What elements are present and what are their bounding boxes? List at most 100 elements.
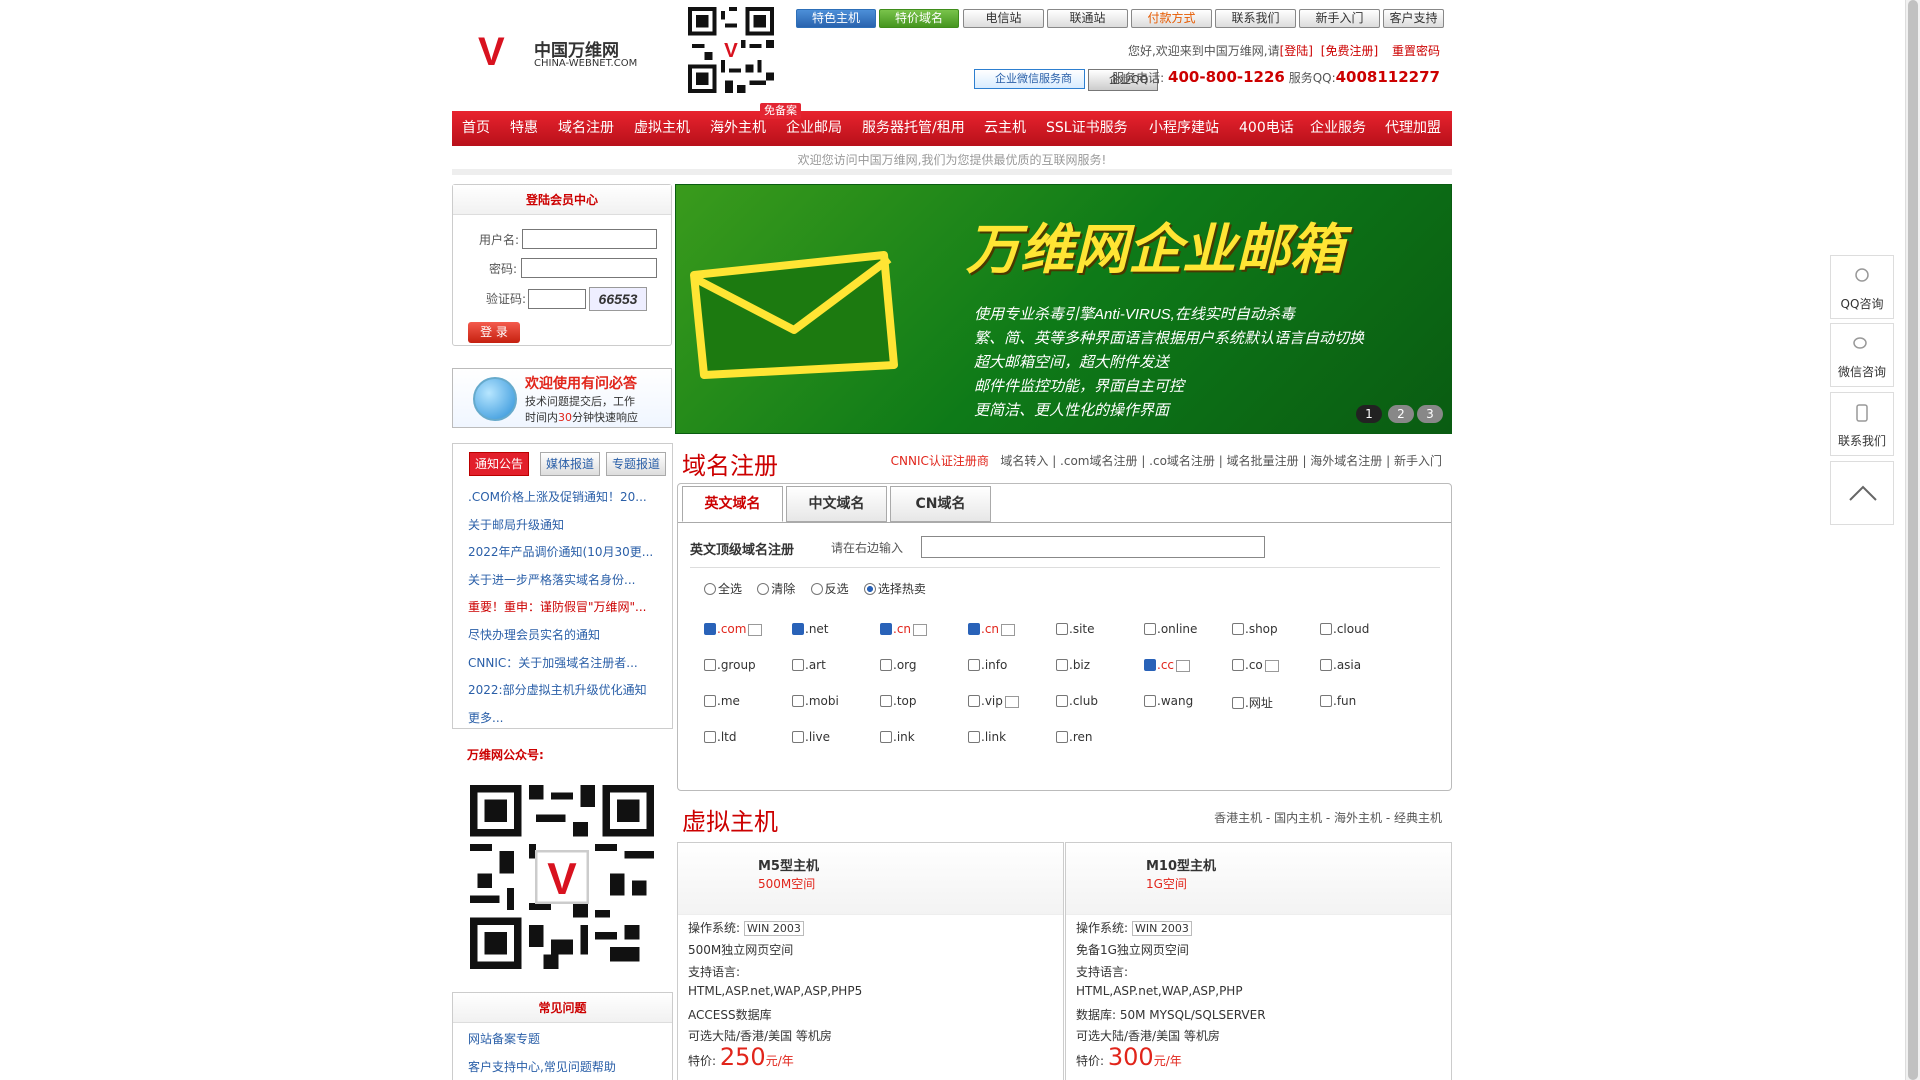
news-more-link[interactable]: 更多...	[468, 709, 663, 726]
topnav-newbie[interactable]: 新手入门	[1299, 9, 1380, 28]
domain-ext-option[interactable]: .ink	[880, 730, 915, 744]
wechat-service-button[interactable]: 企业微信服务商	[974, 69, 1085, 89]
tab-media[interactable]: 媒体报道	[540, 452, 600, 476]
news-item[interactable]: 尽快办理会员实名的通知	[468, 626, 663, 643]
domain-ext-option[interactable]: .shop	[1232, 622, 1278, 636]
nav-server-hosting[interactable]: 服务器托管/租用	[862, 111, 965, 146]
topnav-unicom[interactable]: 联通站	[1047, 9, 1128, 28]
login-button[interactable]: 登 录	[468, 322, 520, 343]
checkbox-checked[interactable]	[792, 623, 804, 635]
site-logo[interactable]: V 中国万维网 CHINA-WEBNET.COM	[478, 30, 648, 75]
domain-ext-option[interactable]: .online	[1144, 622, 1197, 636]
help-banner[interactable]: 欢迎使用有问必答 技术问题提交后，工作 时间内30分钟快速响应	[452, 368, 672, 428]
back-to-top-button[interactable]	[1830, 461, 1894, 525]
cnnic-link[interactable]: CNNIC认证注册商	[891, 454, 989, 468]
domain-ext-option[interactable]: .biz	[1056, 658, 1090, 672]
topnav-contact[interactable]: 联系我们	[1215, 9, 1296, 28]
tab-special[interactable]: 专题报道	[606, 452, 666, 476]
faq-item[interactable]: 客户支持中心,常见问题帮助	[468, 1058, 616, 1075]
topnav-discount-domain[interactable]: 特价域名	[879, 9, 959, 28]
domain-ext-option[interactable]: .cn	[968, 622, 1016, 636]
checkbox[interactable]	[1320, 623, 1332, 635]
domain-ext-option[interactable]: .group	[704, 658, 756, 672]
checkbox[interactable]	[968, 659, 980, 671]
checkbox-checked[interactable]	[880, 623, 892, 635]
checkbox[interactable]	[1056, 695, 1068, 707]
domain-transfer-link[interactable]: 域名转入	[1000, 454, 1048, 468]
radio-clear[interactable]: 清除	[757, 582, 795, 596]
radio-select-all[interactable]: 全选	[704, 582, 742, 596]
checkbox-checked[interactable]	[704, 623, 716, 635]
domain-ext-option[interactable]: .co	[1232, 658, 1279, 672]
checkbox[interactable]	[1320, 659, 1332, 671]
nav-home[interactable]: 首页	[462, 111, 490, 146]
checkbox-checked[interactable]	[1144, 659, 1156, 671]
checkbox[interactable]	[792, 659, 804, 671]
topnav-telecom[interactable]: 电信站	[963, 9, 1044, 28]
float-contact[interactable]: 联系我们	[1830, 392, 1894, 456]
domain-ext-option[interactable]: .art	[792, 658, 826, 672]
checkbox[interactable]	[968, 695, 980, 707]
domain-input[interactable]	[921, 536, 1265, 558]
banner-page-1[interactable]: 1	[1356, 405, 1382, 423]
news-item[interactable]: 重要！重申：谨防假冒"万维网"...	[468, 598, 663, 615]
nav-cloud[interactable]: 云主机	[984, 111, 1026, 146]
checkbox[interactable]	[880, 731, 892, 743]
domain-ext-option[interactable]: .cc	[1144, 658, 1191, 672]
nav-deals[interactable]: 特惠	[510, 111, 538, 146]
reset-password-link[interactable]: 重置密码	[1392, 44, 1440, 58]
domain-ext-option[interactable]: .mobi	[792, 694, 839, 708]
checkbox[interactable]	[880, 659, 892, 671]
nav-virtual-host[interactable]: 虚拟主机	[634, 111, 690, 146]
nav-domain[interactable]: 域名注册	[558, 111, 614, 146]
batch-register-link[interactable]: 域名批量注册	[1227, 454, 1299, 468]
checkbox[interactable]	[1232, 623, 1244, 635]
news-item[interactable]: 关于进一步严格落实域名身份...	[468, 571, 663, 588]
news-item[interactable]: CNNIC：关于加强域名注册者...	[468, 654, 663, 671]
com-register-link[interactable]: .com域名注册	[1060, 454, 1137, 468]
checkbox[interactable]	[1056, 659, 1068, 671]
hosting-links[interactable]: 香港主机 - 国内主机 - 海外主机 - 经典主机	[1214, 809, 1442, 826]
domain-ext-option[interactable]: .info	[968, 658, 1007, 672]
news-item[interactable]: 2022年产品调价通知(10月30更...	[468, 543, 663, 560]
username-input[interactable]	[522, 229, 657, 249]
checkbox[interactable]	[1144, 623, 1156, 635]
newbie-link[interactable]: 新手入门	[1394, 454, 1442, 468]
news-item[interactable]: 2022:部分虚拟主机升级优化通知	[468, 681, 663, 698]
tab-cn-domain[interactable]: CN域名	[890, 486, 991, 522]
host-plan-name[interactable]: M5型主机	[758, 855, 819, 874]
checkbox[interactable]	[1056, 623, 1068, 635]
nav-miniprogram[interactable]: 小程序建站	[1149, 111, 1219, 146]
news-item[interactable]: 关于邮局升级通知	[468, 516, 663, 533]
nav-enterprise[interactable]: 企业服务	[1310, 111, 1366, 146]
domain-ext-option[interactable]: .live	[792, 730, 830, 744]
page-scrollbar[interactable]	[1905, 0, 1920, 1080]
scrollbar-thumb[interactable]	[1908, 0, 1918, 1080]
checkbox[interactable]	[1144, 695, 1156, 707]
checkbox[interactable]	[968, 731, 980, 743]
domain-ext-option[interactable]: .wang	[1144, 694, 1193, 708]
checkbox[interactable]	[880, 695, 892, 707]
checkbox[interactable]	[792, 731, 804, 743]
nav-400-phone[interactable]: 400电话	[1239, 111, 1294, 146]
promo-banner[interactable]: 万维网企业邮箱 使用专业杀毒引擎Anti-VIRUS,在线实时自动杀毒 繁、简、…	[675, 184, 1452, 434]
domain-ext-option[interactable]: .site	[1056, 622, 1095, 636]
domain-ext-option[interactable]: .net	[792, 622, 829, 636]
radio-hot[interactable]: 选择热卖	[863, 582, 926, 596]
checkbox[interactable]	[1056, 731, 1068, 743]
captcha-input[interactable]	[528, 289, 586, 309]
checkbox[interactable]	[704, 659, 716, 671]
domain-ext-option[interactable]: .top	[880, 694, 916, 708]
register-link[interactable]: [免费注册]	[1321, 44, 1378, 58]
nav-overseas-host[interactable]: 海外主机	[710, 111, 766, 146]
domain-ext-option[interactable]: .com	[704, 622, 763, 636]
domain-ext-option[interactable]: .cn	[880, 622, 928, 636]
domain-ext-option[interactable]: .ltd	[704, 730, 736, 744]
tab-chinese-domain[interactable]: 中文域名	[786, 486, 887, 522]
domain-ext-option[interactable]: .link	[968, 730, 1006, 744]
radio-invert[interactable]: 反选	[810, 582, 849, 596]
news-item[interactable]: .COM价格上涨及促销通知！20...	[468, 488, 663, 505]
domain-ext-option[interactable]: .cloud	[1320, 622, 1369, 636]
domain-ext-option[interactable]: .vip	[968, 694, 1019, 708]
float-qq-consult[interactable]: QQ咨询	[1830, 255, 1894, 319]
